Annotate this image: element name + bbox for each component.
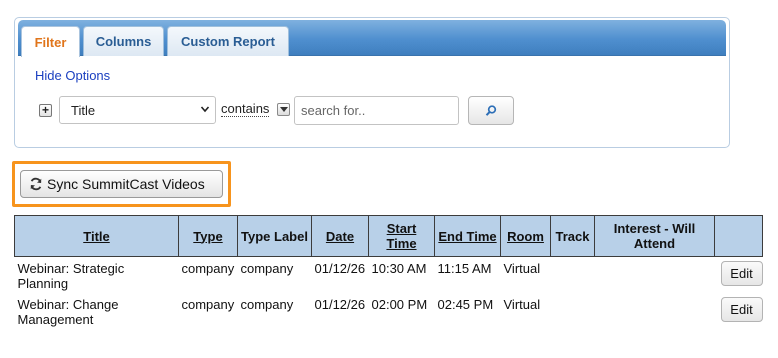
cell-type-label: company xyxy=(237,293,312,329)
edit-button[interactable]: Edit xyxy=(720,297,763,322)
sync-summitcast-button[interactable]: Sync SummitCast Videos xyxy=(20,170,223,198)
cell-track xyxy=(550,293,595,329)
cell-type-label: company xyxy=(237,256,312,293)
column-header-track: Track xyxy=(550,215,595,257)
cell-type: company xyxy=(178,256,238,293)
cell-room: Virtual xyxy=(500,293,551,329)
cell-date: 01/12/26 xyxy=(311,256,369,293)
column-header-end-time[interactable]: End Time xyxy=(434,215,501,257)
column-header-date[interactable]: Date xyxy=(311,215,369,257)
cell-title: Webinar: Change Management xyxy=(14,293,179,329)
filter-field-value: Title xyxy=(71,102,96,118)
cell-room: Virtual xyxy=(500,256,551,293)
filter-field-select[interactable]: Title xyxy=(59,96,216,124)
table-header-row: Title Type Type Label Date Start Time En… xyxy=(14,215,763,257)
tab-columns[interactable]: Columns xyxy=(83,26,164,56)
cell-interest xyxy=(594,256,715,293)
column-header-actions xyxy=(714,215,763,257)
refresh-icon xyxy=(30,177,42,191)
operator-dropdown[interactable] xyxy=(277,103,290,116)
column-header-room[interactable]: Room xyxy=(500,215,551,257)
search-input[interactable] xyxy=(294,96,459,125)
table-row: Webinar: Change Management company compa… xyxy=(14,293,763,329)
filter-panel: Filter Columns Custom Report Hide Option… xyxy=(14,17,730,148)
cell-interest xyxy=(594,293,715,329)
tab-custom-report[interactable]: Custom Report xyxy=(167,26,289,56)
column-header-type[interactable]: Type xyxy=(178,215,238,257)
chevron-down-icon xyxy=(200,106,210,113)
cell-date: 01/12/26 xyxy=(311,293,369,329)
table-row: Webinar: Strategic Planning company comp… xyxy=(14,256,763,293)
cell-type: company xyxy=(178,293,238,329)
tab-filter[interactable]: Filter xyxy=(21,26,80,57)
search-icon xyxy=(485,104,497,116)
column-header-interest: Interest - Will Attend xyxy=(594,215,715,257)
column-header-type-label: Type Label xyxy=(237,215,312,257)
search-button[interactable] xyxy=(468,96,514,125)
edit-button[interactable]: Edit xyxy=(720,261,763,286)
add-filter-button[interactable]: + xyxy=(39,104,52,117)
cell-actions: Edit xyxy=(714,293,763,329)
column-header-start-time[interactable]: Start Time xyxy=(368,215,435,257)
cell-end-time: 11:15 AM xyxy=(434,256,501,293)
cell-track xyxy=(550,256,595,293)
column-header-title[interactable]: Title xyxy=(14,215,179,257)
hide-options-link[interactable]: Hide Options xyxy=(35,68,110,83)
sessions-table: Title Type Type Label Date Start Time En… xyxy=(14,215,763,329)
cell-title: Webinar: Strategic Planning xyxy=(14,256,179,293)
triangle-down-icon xyxy=(280,107,288,112)
sync-button-label: Sync SummitCast Videos xyxy=(47,176,205,192)
filter-operator-label[interactable]: contains xyxy=(221,102,270,117)
cell-end-time: 02:45 PM xyxy=(434,293,501,329)
cell-actions: Edit xyxy=(714,256,763,293)
cell-start-time: 02:00 PM xyxy=(368,293,435,329)
tab-strip: Filter Columns Custom Report xyxy=(18,20,726,57)
cell-start-time: 10:30 AM xyxy=(368,256,435,293)
